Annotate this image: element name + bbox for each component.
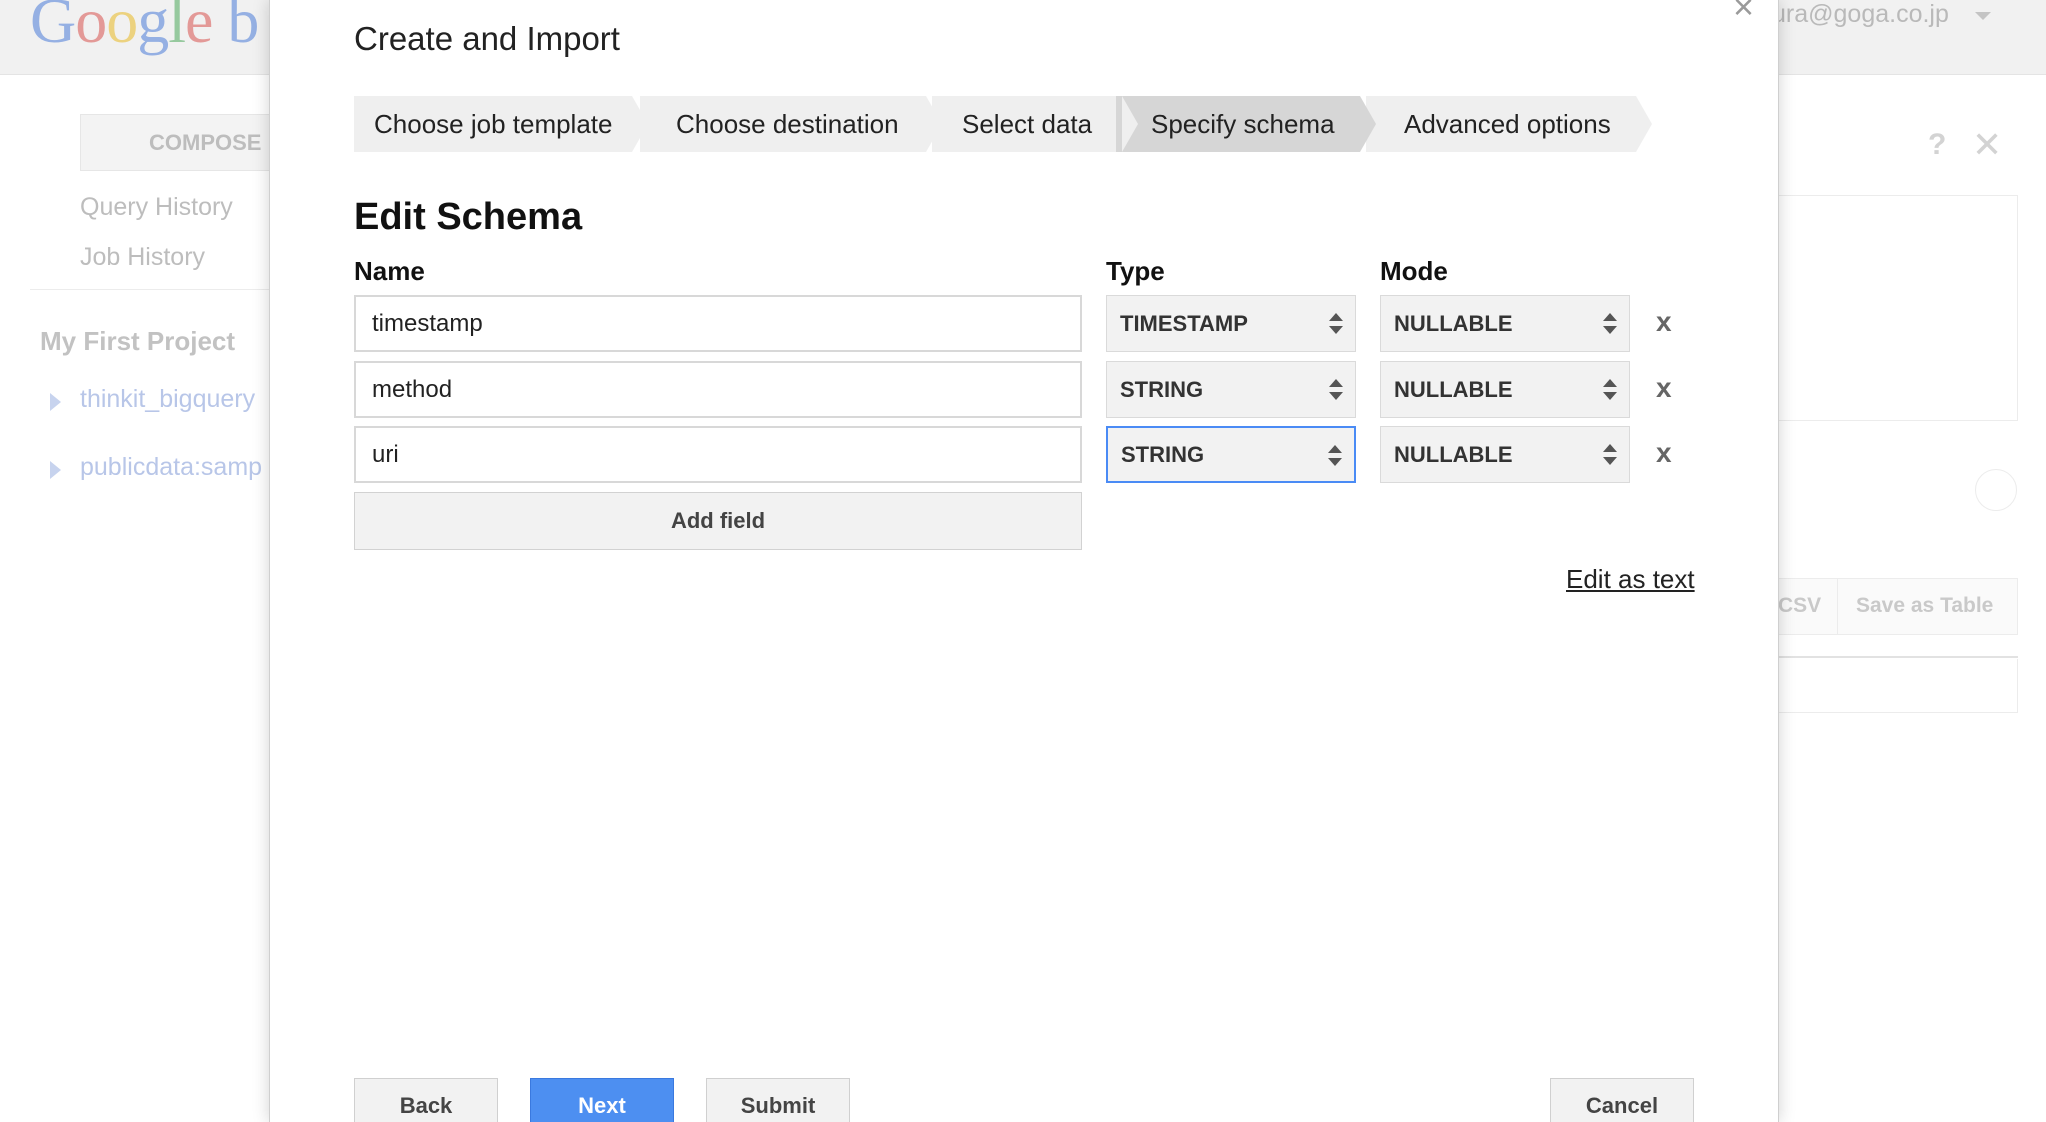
edit-as-text-link[interactable]: Edit as text [1566,564,1695,595]
cancel-button[interactable]: Cancel [1550,1078,1694,1122]
dialog-close-icon[interactable]: × [1733,0,1754,28]
spinner-arrows-icon [1603,379,1617,401]
spinner-arrows-icon [1603,313,1617,335]
select-value: TIMESTAMP [1120,311,1248,336]
compose-button[interactable]: COMPOSE [80,114,280,171]
circle-indicator [1975,469,2017,511]
back-button[interactable]: Back [354,1078,498,1122]
submit-button[interactable]: Submit [706,1078,850,1122]
next-button[interactable]: Next [530,1078,674,1122]
field-name-input[interactable] [354,426,1082,483]
field-mode-select[interactable]: NULLABLE [1380,361,1630,418]
results-box [1778,659,2018,713]
dataset-item[interactable]: thinkit_bigquery [80,385,255,414]
nav-job-history[interactable]: Job History [80,243,205,272]
step-choose-job-template[interactable]: Choose job template [354,96,648,152]
save-as-table-button[interactable]: Save as Table [1837,578,2020,635]
create-import-dialog [269,0,1779,1122]
step-choose-destination[interactable]: Choose destination [640,96,942,152]
field-type-select[interactable]: STRING [1106,361,1356,418]
column-header-type: Type [1106,256,1165,286]
spinner-arrows-icon [1329,313,1343,335]
section-heading: Edit Schema [354,196,583,238]
sidebar-divider [30,289,280,290]
column-header-name: Name [354,256,425,286]
step-select-data[interactable]: Select data [932,96,1138,152]
field-name-input[interactable] [354,361,1082,418]
field-type-select[interactable]: TIMESTAMP [1106,295,1356,352]
select-value: NULLABLE [1394,311,1513,336]
step-label: Specify schema [1151,109,1335,139]
field-mode-select[interactable]: NULLABLE [1380,426,1630,483]
delete-field-button[interactable]: x [1656,372,1672,404]
chevron-down-icon[interactable] [1975,12,1991,20]
step-label: Choose job template [374,109,613,139]
project-title[interactable]: My First Project [40,326,235,357]
field-name-input[interactable] [354,295,1082,352]
expand-triangle-icon[interactable] [50,461,61,479]
google-logo: Google b [30,0,259,56]
nav-query-history[interactable]: Query History [80,193,233,222]
expand-triangle-icon[interactable] [50,393,61,411]
help-icon[interactable]: ? [1928,128,1946,162]
field-mode-select[interactable]: NULLABLE [1380,295,1630,352]
step-advanced-options[interactable]: Advanced options [1366,96,1652,152]
spinner-arrows-icon [1329,379,1343,401]
spinner-arrows-icon [1603,444,1617,466]
select-value: STRING [1121,442,1205,467]
select-value: NULLABLE [1394,442,1513,467]
results-divider [1778,656,2018,658]
dataset-item[interactable]: publicdata:samp [80,453,262,482]
query-editor-box [1778,195,2018,421]
select-value: NULLABLE [1394,377,1513,402]
field-type-select[interactable]: STRING [1106,426,1356,483]
user-email[interactable]: ura@goga.co.jp [1772,0,1949,29]
spinner-arrows-icon [1328,445,1342,467]
select-value: STRING [1120,377,1204,402]
column-header-mode: Mode [1380,256,1448,286]
step-label: Choose destination [676,109,899,139]
step-specify-schema[interactable]: Specify schema [1116,96,1376,152]
step-label: Advanced options [1404,109,1611,139]
delete-field-button[interactable]: x [1656,306,1672,338]
dialog-title: Create and Import [354,20,620,57]
close-icon[interactable]: ✕ [1972,124,2002,166]
add-field-button[interactable]: Add field [354,492,1082,550]
delete-field-button[interactable]: x [1656,437,1672,469]
download-csv-button[interactable]: CSV [1778,594,1821,618]
step-label: Select data [962,109,1093,139]
